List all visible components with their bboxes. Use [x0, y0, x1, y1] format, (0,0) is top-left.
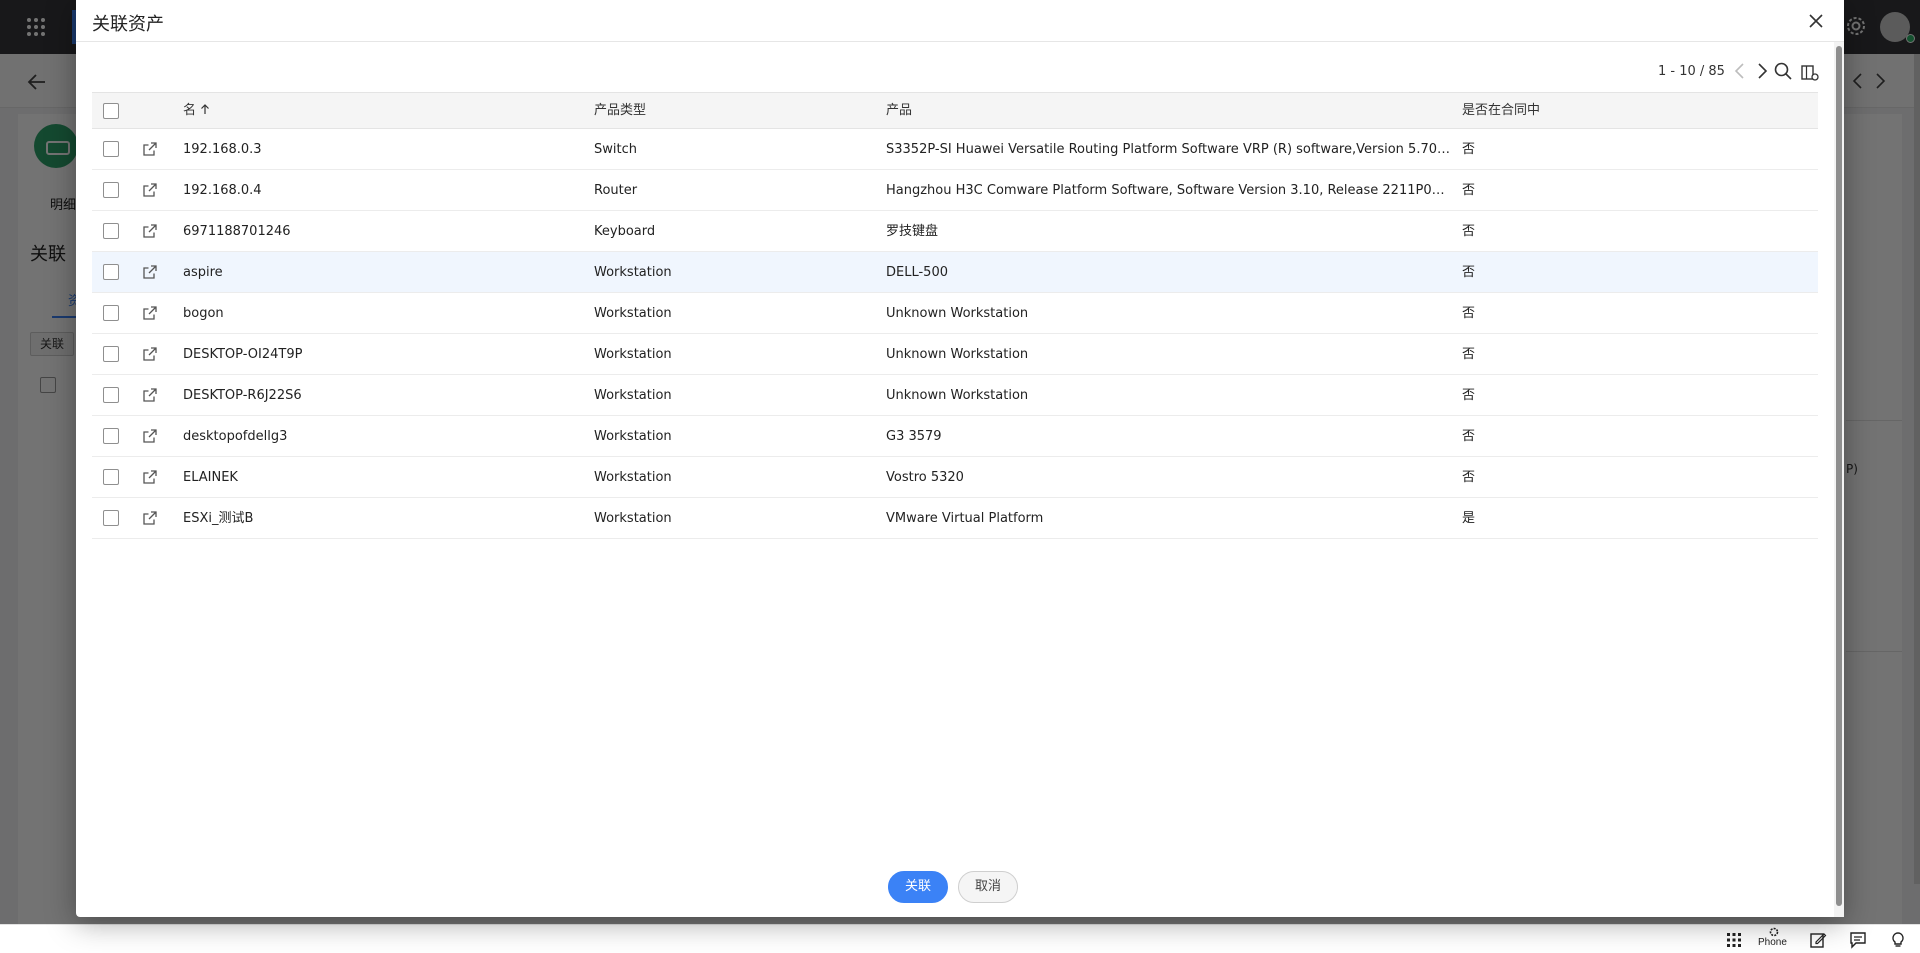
- row-checkbox[interactable]: [103, 469, 119, 485]
- row-checkbox[interactable]: [103, 182, 119, 198]
- table-row[interactable]: 192.168.0.4 Router Hangzhou H3C Comware …: [92, 170, 1818, 211]
- lightbulb-icon[interactable]: [1886, 928, 1910, 952]
- table-row[interactable]: ELAINEK Workstation Vostro 5320 否: [92, 457, 1818, 498]
- cell-product: Vostro 5320: [886, 470, 964, 485]
- cell-product: S3352P-SI Huawei Versatile Routing Platf…: [886, 142, 1452, 157]
- column-header-product[interactable]: 产品: [886, 93, 1452, 130]
- cell-product: G3 3579: [886, 429, 942, 444]
- chevron-left-icon[interactable]: [1730, 60, 1750, 82]
- open-in-new-icon[interactable]: [142, 346, 158, 362]
- table-row[interactable]: bogon Workstation Unknown Workstation 否: [92, 293, 1818, 334]
- cell-name: 6971188701246: [183, 224, 291, 239]
- cell-product-type: Workstation: [594, 347, 672, 362]
- open-in-new-icon[interactable]: [142, 182, 158, 198]
- open-in-new-icon[interactable]: [142, 428, 158, 444]
- chat-icon[interactable]: [1846, 928, 1870, 952]
- open-in-new-icon[interactable]: [142, 510, 158, 526]
- row-checkbox[interactable]: [103, 305, 119, 321]
- table-row[interactable]: 192.168.0.3 Switch S3352P-SI Huawei Vers…: [92, 129, 1818, 170]
- cell-name: aspire: [183, 265, 223, 280]
- row-checkbox[interactable]: [103, 346, 119, 362]
- edit-note-icon[interactable]: [1806, 928, 1830, 952]
- cell-in-contract: 否: [1462, 183, 1476, 198]
- open-in-new-icon[interactable]: [142, 469, 158, 485]
- cell-product: 罗技键盘: [886, 224, 939, 239]
- cell-product-type: Workstation: [594, 306, 672, 321]
- cell-name: 192.168.0.4: [183, 183, 262, 198]
- open-in-new-icon[interactable]: [142, 264, 158, 280]
- cell-name: DESKTOP-OI24T9P: [183, 347, 303, 362]
- column-header-in-contract[interactable]: 是否在合同中: [1462, 93, 1662, 130]
- table-row[interactable]: desktopofdellg3 Workstation G3 3579 否: [92, 416, 1818, 457]
- table-header: 名 产品类型 产品 是否在合同中: [92, 92, 1818, 129]
- row-checkbox[interactable]: [103, 141, 119, 157]
- cell-product: Unknown Workstation: [886, 388, 1029, 403]
- cell-in-contract: 否: [1462, 470, 1476, 485]
- cell-name: DESKTOP-R6J22S6: [183, 388, 302, 403]
- cell-in-contract: 否: [1462, 347, 1476, 362]
- cancel-button[interactable]: 取消: [958, 871, 1018, 903]
- cell-product-type: Keyboard: [594, 224, 656, 239]
- column-header-product-type[interactable]: 产品类型: [594, 93, 864, 130]
- table-row[interactable]: DESKTOP-R6J22S6 Workstation Unknown Work…: [92, 375, 1818, 416]
- open-in-new-icon[interactable]: [142, 305, 158, 321]
- cell-product: Unknown Workstation: [886, 347, 1029, 362]
- cell-product-type: Switch: [594, 142, 637, 157]
- cell-product-type: Router: [594, 183, 638, 198]
- cell-name: ELAINEK: [183, 470, 238, 485]
- cell-product-type: Workstation: [594, 511, 672, 526]
- table-row[interactable]: 6971188701246 Keyboard 罗技键盘 否: [92, 211, 1818, 252]
- cell-product: VMware Virtual Platform: [886, 511, 1044, 526]
- cell-product: Hangzhou H3C Comware Platform Software, …: [886, 183, 1452, 198]
- cell-in-contract: 否: [1462, 224, 1476, 239]
- cell-name: 192.168.0.3: [183, 142, 262, 157]
- open-in-new-icon[interactable]: [142, 223, 158, 239]
- close-icon[interactable]: [1807, 12, 1825, 30]
- row-checkbox[interactable]: [103, 223, 119, 239]
- phone-label[interactable]: Phone: [1758, 937, 1787, 948]
- cell-product-type: Workstation: [594, 265, 672, 280]
- cell-product-type: Workstation: [594, 429, 672, 444]
- search-icon[interactable]: [1773, 61, 1793, 81]
- sort-ascending-icon: [200, 94, 210, 114]
- dialog-title: 关联资产: [92, 14, 164, 35]
- cell-name: ESXi_测试B: [183, 511, 254, 526]
- table-row[interactable]: aspire Workstation DELL-500 否: [92, 252, 1818, 293]
- column-settings-icon[interactable]: [1800, 63, 1820, 83]
- dialog-scrollbar-thumb[interactable]: [1836, 46, 1842, 906]
- cell-in-contract: 是: [1462, 511, 1476, 526]
- row-checkbox[interactable]: [103, 510, 119, 526]
- column-header-name-label: 名: [183, 103, 197, 118]
- chevron-right-icon[interactable]: [1752, 60, 1772, 82]
- link-assets-dialog: 关联资产 1 - 10 / 85 名 产品类型 产品 是否在合同中 192.16…: [76, 0, 1844, 917]
- cell-name: desktopofdellg3: [183, 429, 288, 444]
- dialog-header: 关联资产: [76, 0, 1844, 42]
- select-all-checkbox[interactable]: [103, 103, 119, 119]
- cell-name: bogon: [183, 306, 224, 321]
- cell-in-contract: 否: [1462, 306, 1476, 321]
- link-confirm-button[interactable]: 关联: [888, 871, 948, 903]
- cell-in-contract: 否: [1462, 429, 1476, 444]
- cell-product-type: Workstation: [594, 388, 672, 403]
- cell-in-contract: 否: [1462, 388, 1476, 403]
- row-checkbox[interactable]: [103, 264, 119, 280]
- open-in-new-icon[interactable]: [142, 387, 158, 403]
- pagination-info: 1 - 10 / 85: [1658, 64, 1725, 79]
- table-row[interactable]: ESXi_测试B Workstation VMware Virtual Plat…: [92, 498, 1818, 539]
- table-row[interactable]: DESKTOP-OI24T9P Workstation Unknown Work…: [92, 334, 1818, 375]
- open-in-new-icon[interactable]: [142, 141, 158, 157]
- row-checkbox[interactable]: [103, 387, 119, 403]
- bottom-toolbar: Phone: [0, 924, 1920, 953]
- row-checkbox[interactable]: [103, 428, 119, 444]
- cell-product: Unknown Workstation: [886, 306, 1029, 321]
- cell-in-contract: 否: [1462, 142, 1476, 157]
- dialpad-icon[interactable]: [1722, 928, 1746, 952]
- cell-product: DELL-500: [886, 265, 948, 280]
- column-header-name[interactable]: 名: [183, 93, 583, 130]
- assets-table: 名 产品类型 产品 是否在合同中 192.168.0.3 Switch S335…: [92, 92, 1818, 539]
- cell-product-type: Workstation: [594, 470, 672, 485]
- cell-in-contract: 否: [1462, 265, 1476, 280]
